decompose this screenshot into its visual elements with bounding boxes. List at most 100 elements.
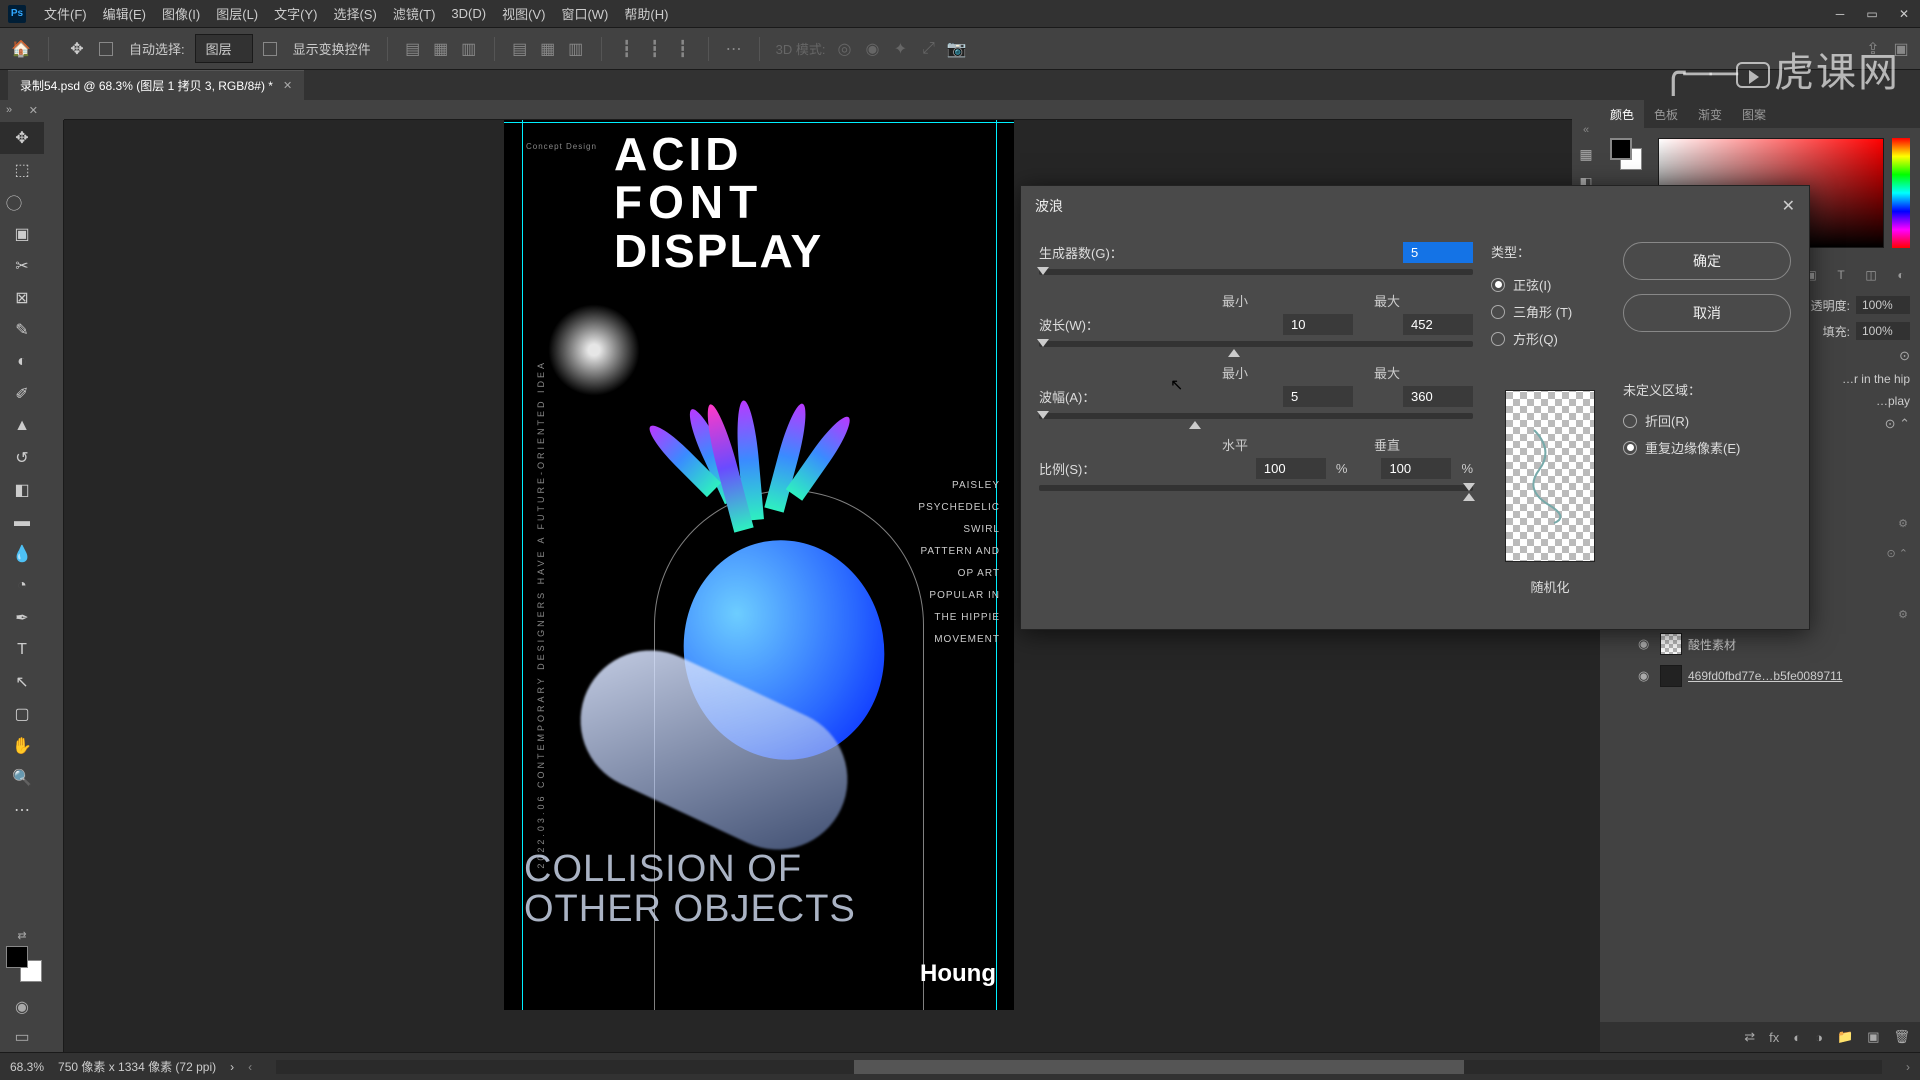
filter-smart-icon[interactable]: ◐ [1892, 266, 1910, 284]
type-tool[interactable]: T [0, 634, 44, 666]
pen-tool[interactable]: ✒ [0, 602, 44, 634]
eyedropper-tool[interactable]: ✎ [0, 314, 44, 346]
align-top-icon[interactable]: ▤ [511, 40, 529, 58]
fill-field[interactable]: 100% [1856, 322, 1910, 340]
layer-acid[interactable]: ◉ 酸性素材 [1610, 628, 1910, 660]
align-hcenter-icon[interactable]: ▦ [432, 40, 450, 58]
dock-icon-1[interactable]: ▦ [1576, 144, 1596, 164]
document-tab[interactable]: 录制54.psd @ 68.3% (图层 1 拷贝 3, RGB/8#) * ✕ [8, 70, 304, 100]
type-sine-radio[interactable]: 正弦(I) [1491, 271, 1609, 298]
swap-colors-icon[interactable]: ⇄ [6, 929, 38, 942]
distribute-v-icon[interactable]: ┇ [646, 40, 664, 58]
zoom-tool[interactable]: 🔍 [0, 762, 44, 794]
filter-settings-icon[interactable]: ⚙ [1898, 517, 1908, 530]
brush-tool[interactable]: ✐ [0, 378, 44, 410]
color-panel-swatch[interactable] [1610, 138, 1642, 170]
swatches-tab[interactable]: 色板 [1644, 100, 1688, 129]
menu-layer[interactable]: 图层(L) [208, 0, 266, 27]
marquee-tool[interactable]: ⬚ [0, 154, 44, 186]
opacity-field[interactable]: 100% [1856, 296, 1910, 314]
auto-select-checkbox[interactable] [99, 42, 113, 56]
wavelength-max-input[interactable]: 452 [1403, 314, 1473, 335]
generators-slider[interactable] [1039, 269, 1473, 275]
share-icon[interactable]: ⇪ [1864, 40, 1882, 58]
more-icon[interactable]: ⋯ [725, 40, 743, 58]
cancel-button[interactable]: 取消 [1623, 294, 1791, 332]
wrap-radio[interactable]: 折回(R) [1623, 407, 1791, 434]
menu-filter[interactable]: 滤镜(T) [385, 0, 444, 27]
ruler-vertical[interactable] [44, 120, 64, 1052]
dodge-tool[interactable]: ◔ [0, 570, 44, 602]
adjustment-icon[interactable]: ◑ [1815, 1030, 1823, 1045]
dialog-close-icon[interactable]: ✕ [1782, 196, 1795, 216]
crop-tool[interactable]: ✂ [0, 250, 44, 282]
randomize-button[interactable]: 随机化 [1508, 572, 1592, 601]
menu-file[interactable]: 文件(F) [36, 0, 95, 27]
move-tool[interactable]: ✥ [0, 122, 44, 154]
scale-slider[interactable] [1039, 485, 1473, 491]
frame-tool[interactable]: ⊠ [0, 282, 44, 314]
doc-info[interactable]: 750 像素 x 1334 像素 (72 ppi) [58, 1058, 216, 1075]
zoom-level[interactable]: 68.3% [10, 1060, 44, 1074]
menu-help[interactable]: 帮助(H) [616, 0, 676, 27]
hand-tool[interactable]: ✋ [0, 730, 44, 762]
horizontal-scrollbar[interactable] [276, 1060, 1882, 1074]
mask-icon[interactable]: ◐ [1793, 1030, 1801, 1045]
wavelength-slider[interactable] [1039, 341, 1473, 347]
align-vcenter-icon[interactable]: ▦ [539, 40, 557, 58]
filter-settings-icon[interactable]: ⚙ [1898, 608, 1908, 621]
repeat-radio[interactable]: 重复边缘像素(E) [1623, 434, 1791, 461]
align-left-icon[interactable]: ▤ [404, 40, 422, 58]
toolbar-close-icon[interactable]: ✕ [29, 104, 38, 122]
lock-target-icon[interactable]: ⊙ [1899, 348, 1910, 364]
ruler-horizontal[interactable] [64, 100, 1600, 120]
menu-image[interactable]: 图像(I) [154, 0, 208, 27]
home-icon[interactable]: 🏠 [10, 39, 32, 59]
fx-toggle-icon[interactable]: ⊙ ⌃ [1885, 416, 1910, 432]
amplitude-slider[interactable] [1039, 413, 1473, 419]
visibility-icon[interactable]: ◉ [1638, 668, 1654, 684]
menu-type[interactable]: 文字(Y) [266, 0, 325, 27]
show-transform-checkbox[interactable] [263, 42, 277, 56]
filter-shape-icon[interactable]: ◫ [1862, 266, 1880, 284]
visibility-icon[interactable]: ◉ [1638, 636, 1654, 652]
menu-view[interactable]: 视图(V) [494, 0, 553, 27]
shape-tool[interactable]: ▢ [0, 698, 44, 730]
wavelength-min-input[interactable]: 10 [1283, 314, 1353, 335]
menu-select[interactable]: 选择(S) [325, 0, 384, 27]
group-icon[interactable]: 📁 [1837, 1029, 1853, 1045]
type-triangle-radio[interactable]: 三角形 (T) [1491, 298, 1609, 325]
workspace-icon[interactable]: ▣ [1892, 40, 1910, 58]
gradient-tool[interactable]: ▬ [0, 506, 44, 538]
stamp-tool[interactable]: ▲ [0, 410, 44, 442]
doc-info-chevron[interactable]: › [230, 1060, 234, 1074]
minimize-button[interactable]: ─ [1824, 2, 1856, 26]
generators-input[interactable]: 5 [1403, 242, 1473, 263]
type-square-radio[interactable]: 方形(Q) [1491, 325, 1609, 352]
align-right-icon[interactable]: ▥ [460, 40, 478, 58]
eraser-tool[interactable]: ◧ [0, 474, 44, 506]
more-tools[interactable]: ⋯ [0, 794, 44, 826]
scale-v-input[interactable]: 100 [1381, 458, 1451, 479]
patterns-tab[interactable]: 图案 [1732, 100, 1776, 129]
gradients-tab[interactable]: 渐变 [1688, 100, 1732, 129]
menu-window[interactable]: 窗口(W) [553, 0, 616, 27]
ok-button[interactable]: 确定 [1623, 242, 1791, 280]
fx-icon[interactable]: fx [1769, 1030, 1779, 1045]
distribute-h-icon[interactable]: ┇ [618, 40, 636, 58]
amplitude-min-input[interactable]: 5 [1283, 386, 1353, 407]
layer-external[interactable]: ◉ 469fd0fbd77e…b5fe0089711 [1610, 660, 1910, 692]
hue-strip[interactable] [1892, 138, 1910, 248]
align-bottom-icon[interactable]: ▥ [567, 40, 585, 58]
layer-dropdown[interactable]: 图层 [195, 34, 253, 63]
healing-tool[interactable]: ◐ [0, 346, 44, 378]
link-layers-icon[interactable]: ⇄ [1744, 1029, 1755, 1045]
object-select-tool[interactable]: ▣ [0, 218, 44, 250]
history-brush-tool[interactable]: ↺ [0, 442, 44, 474]
distribute-3-icon[interactable]: ┇ [674, 40, 692, 58]
blur-tool[interactable]: 💧 [0, 538, 44, 570]
menu-3d[interactable]: 3D(D) [443, 2, 494, 25]
close-window-button[interactable]: ✕ [1888, 2, 1920, 26]
filter-text-icon[interactable]: T [1832, 266, 1850, 284]
color-tab[interactable]: 颜色 [1600, 100, 1644, 129]
